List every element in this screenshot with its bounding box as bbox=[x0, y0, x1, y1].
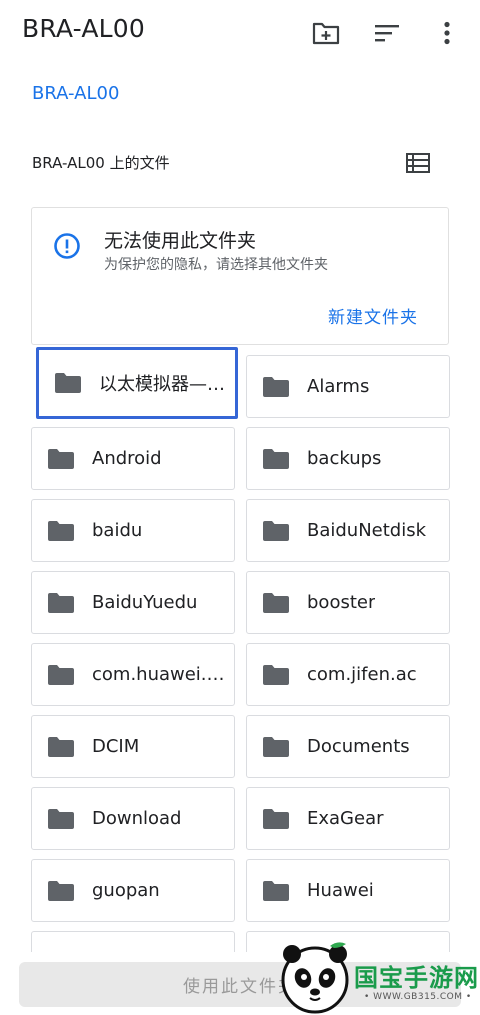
folder-item[interactable]: Documents bbox=[246, 715, 450, 778]
folder-item[interactable]: Android bbox=[31, 427, 235, 490]
new-folder-button[interactable]: 新建文件夹 bbox=[328, 303, 418, 328]
folder-item[interactable]: Huawei bbox=[246, 859, 450, 922]
folder-name: guopan bbox=[92, 880, 160, 901]
folder-item[interactable]: com.jifen.ac bbox=[246, 643, 450, 706]
folder-item[interactable]: BaiduYuedu bbox=[31, 571, 235, 634]
folder-icon bbox=[263, 376, 289, 397]
app-title: BRA-AL00 bbox=[22, 14, 145, 43]
notice-card: 无法使用此文件夹 为保护您的隐私，请选择其他文件夹 新建文件夹 bbox=[31, 207, 449, 345]
folder-icon bbox=[48, 520, 74, 541]
folder-name: BaiduNetdisk bbox=[307, 520, 427, 541]
folder-icon bbox=[263, 736, 289, 757]
folder-name: booster bbox=[307, 592, 376, 613]
info-icon bbox=[53, 232, 81, 260]
folder-item[interactable]: guopan bbox=[31, 859, 235, 922]
folder-name: Alarms bbox=[307, 376, 370, 397]
folder-item[interactable]: Alarms bbox=[246, 355, 450, 418]
folder-item[interactable]: DCIM bbox=[31, 715, 235, 778]
folder-item[interactable]: 以太模拟器—… bbox=[36, 347, 238, 419]
watermark-brand: 国宝手游网 bbox=[354, 964, 479, 992]
folder-icon bbox=[48, 736, 74, 757]
notice-title: 无法使用此文件夹 bbox=[104, 230, 257, 252]
folder-name: ExaGear bbox=[307, 808, 384, 829]
folder-icon bbox=[55, 373, 81, 393]
folder-name: Documents bbox=[307, 736, 410, 757]
watermark-url: • WWW.GB315.COM • bbox=[364, 992, 472, 1002]
folder-name: com.jifen.ac bbox=[307, 664, 417, 685]
panda-logo-icon bbox=[281, 942, 349, 1014]
folder-icon bbox=[48, 664, 74, 685]
notice-subtitle: 为保护您的隐私，请选择其他文件夹 bbox=[104, 257, 328, 273]
more-vert-icon[interactable] bbox=[432, 18, 462, 48]
folder-icon bbox=[48, 592, 74, 613]
section-label: BRA-AL00 上的文件 bbox=[32, 154, 170, 172]
top-app-bar: BRA-AL00 bbox=[0, 0, 480, 66]
folder-icon bbox=[263, 592, 289, 613]
folder-name: DCIM bbox=[92, 736, 140, 757]
folder-icon bbox=[48, 808, 74, 829]
site-watermark: 国宝手游网 • WWW.GB315.COM • bbox=[280, 940, 480, 1015]
folder-icon bbox=[263, 880, 289, 901]
new-folder-icon[interactable] bbox=[311, 18, 341, 48]
folder-icon bbox=[263, 520, 289, 541]
folder-name: BaiduYuedu bbox=[92, 592, 198, 613]
folder-name: Huawei bbox=[307, 880, 374, 901]
folder-item[interactable]: ExaGear bbox=[246, 787, 450, 850]
folder-icon bbox=[48, 880, 74, 901]
folder-name: 以太模拟器—… bbox=[99, 374, 225, 395]
folder-name: com.huawei.… bbox=[92, 664, 225, 685]
folder-item[interactable]: baidu bbox=[31, 499, 235, 562]
folder-item[interactable]: com.huawei.… bbox=[31, 643, 235, 706]
breadcrumb-root[interactable]: BRA-AL00 bbox=[32, 83, 119, 104]
folder-icon bbox=[263, 808, 289, 829]
folder-name: Android bbox=[92, 448, 162, 469]
folder-name: backups bbox=[307, 448, 382, 469]
folder-name: Download bbox=[92, 808, 182, 829]
folder-item[interactable]: booster bbox=[246, 571, 450, 634]
folder-item[interactable]: BaiduNetdisk bbox=[246, 499, 450, 562]
sort-icon[interactable] bbox=[372, 18, 402, 48]
folder-item[interactable]: backups bbox=[246, 427, 450, 490]
folder-icon bbox=[48, 448, 74, 469]
folder-icon bbox=[263, 664, 289, 685]
folder-icon bbox=[263, 448, 289, 469]
list-view-icon[interactable] bbox=[404, 150, 432, 176]
folder-item[interactable]: Download bbox=[31, 787, 235, 850]
folder-name: baidu bbox=[92, 520, 143, 541]
